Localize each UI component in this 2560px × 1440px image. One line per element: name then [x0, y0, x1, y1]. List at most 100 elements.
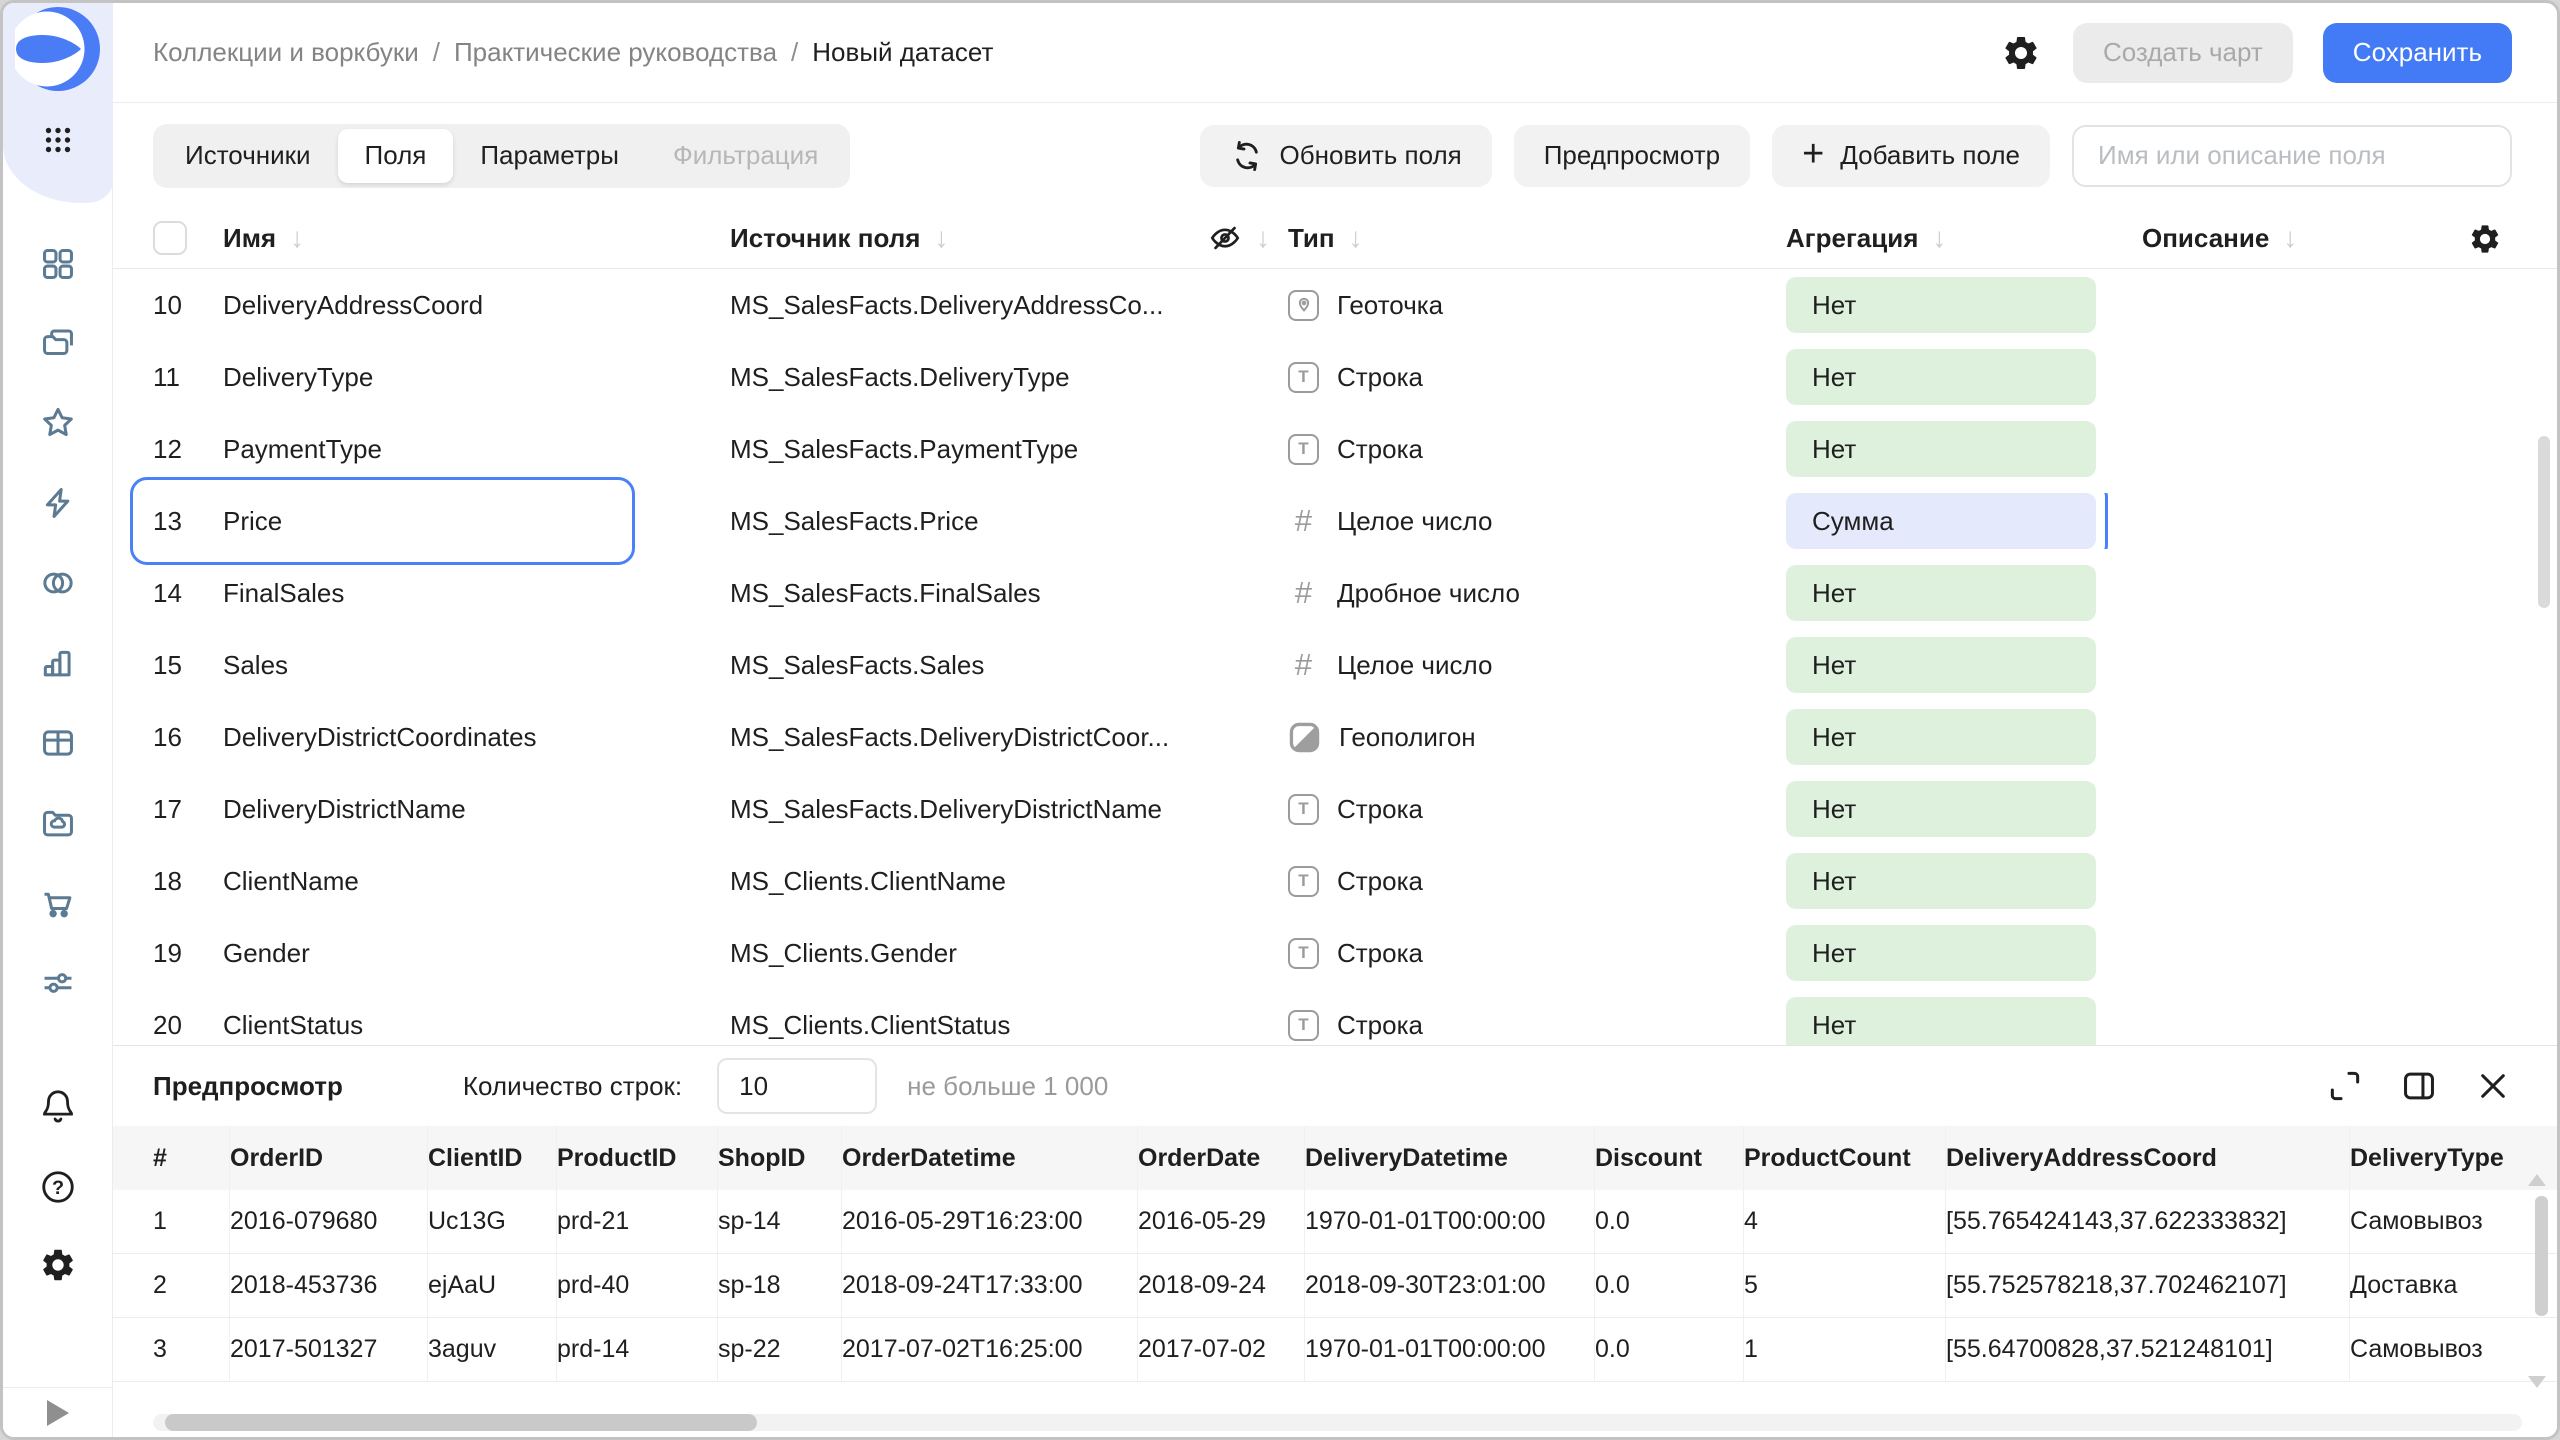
- field-type[interactable]: # Дробное число: [1288, 575, 1786, 611]
- breadcrumb-item[interactable]: Практические руководства: [454, 37, 777, 68]
- field-type[interactable]: T Строка: [1288, 937, 1786, 969]
- aggregation-select[interactable]: Нет: [1786, 997, 2096, 1045]
- preview-hscrollbar-track[interactable]: [153, 1414, 2522, 1431]
- field-name[interactable]: Price: [223, 506, 730, 537]
- sort-icon[interactable]: ↓: [290, 222, 304, 254]
- field-type[interactable]: T Строка: [1288, 865, 1786, 897]
- field-name[interactable]: ClientStatus: [223, 1010, 730, 1041]
- save-button[interactable]: Сохранить: [2322, 22, 2512, 83]
- row-count-label: Количество строк:: [462, 1070, 683, 1101]
- fields-scrollbar-thumb[interactable]: [2538, 436, 2550, 608]
- aggregation-select[interactable]: Нет: [1786, 565, 2096, 621]
- field-name[interactable]: DeliveryAddressCoord: [223, 290, 730, 321]
- row-count-input[interactable]: [717, 1058, 878, 1114]
- fields-table-row[interactable]: 12 PaymentType MS_SalesFacts.PaymentType T С…: [113, 413, 2557, 485]
- field-name[interactable]: DeliveryDistrictName: [223, 794, 730, 825]
- refresh-fields-button[interactable]: Обновить поля: [1199, 124, 1492, 187]
- fields-table-row[interactable]: 11 DeliveryType MS_SalesFacts.DeliveryType…: [113, 341, 2557, 413]
- aggregation-select[interactable]: Нет: [1786, 637, 2096, 693]
- add-field-label: Добавить поле: [1840, 140, 2020, 170]
- field-source: MS_SalesFacts.Price: [730, 505, 979, 536]
- expand-icon[interactable]: [2326, 1067, 2364, 1105]
- sidebar-item-datasets[interactable]: [30, 715, 86, 771]
- geopoint-icon: [1288, 289, 1319, 321]
- preview-hscrollbar-thumb[interactable]: [165, 1414, 757, 1431]
- sort-icon[interactable]: ↓: [1256, 222, 1270, 254]
- field-type[interactable]: T Строка: [1288, 361, 1786, 393]
- fields-table-row[interactable]: 10 DeliveryAddressCoord MS_SalesFacts.Deli…: [113, 269, 2557, 341]
- dataset-settings-gear-icon[interactable]: [1999, 31, 2043, 75]
- sidebar-collapse-button[interactable]: [3, 1387, 112, 1437]
- tab-parameters[interactable]: Параметры: [453, 129, 646, 183]
- fields-table-row[interactable]: 18 ClientName MS_Clients.ClientName T Строка…: [113, 845, 2557, 917]
- field-name[interactable]: DeliveryDistrictCoordinates: [223, 722, 730, 753]
- field-type-label: Строка: [1337, 937, 1424, 968]
- aggregation-select[interactable]: Нет: [1786, 277, 2096, 333]
- close-icon[interactable]: [2474, 1067, 2512, 1105]
- help-button[interactable]: ?: [30, 1159, 86, 1215]
- fields-table-row[interactable]: 13 Price MS_SalesFacts.Price # Целое число Су…: [113, 477, 2557, 565]
- field-name[interactable]: PaymentType: [223, 434, 730, 465]
- sidebar-item-collections[interactable]: [30, 315, 86, 371]
- scroll-down-arrow-icon[interactable]: [2528, 1376, 2546, 1388]
- aggregation-select[interactable]: Нет: [1786, 421, 2096, 477]
- plus-icon: +: [1802, 132, 1825, 175]
- sidebar-item-favorites[interactable]: [30, 395, 86, 451]
- field-type[interactable]: # Целое число: [1288, 503, 1786, 539]
- sidebar-item-dashboards[interactable]: [30, 236, 86, 292]
- field-type[interactable]: Геополигон: [1288, 721, 1786, 754]
- fields-table-row[interactable]: 16 DeliveryDistrictCoordinates MS_SalesFac…: [113, 701, 2557, 773]
- fields-table-row[interactable]: 14 FinalSales MS_SalesFacts.FinalSales # Дро…: [113, 557, 2557, 629]
- fields-table-row[interactable]: 20 ClientStatus MS_Clients.ClientStatus T Ст…: [113, 989, 2557, 1045]
- sidebar-item-editor[interactable]: [30, 475, 86, 531]
- create-chart-button[interactable]: Создать чарт: [2072, 22, 2293, 83]
- sidebar-item-charts[interactable]: [30, 635, 86, 691]
- sidebar-settings-button[interactable]: [30, 1237, 86, 1293]
- tab-bar: Источники Поля Параметры Фильтрация: [153, 123, 851, 188]
- fields-table-row[interactable]: 17 DeliveryDistrictName MS_SalesFacts.Deli…: [113, 773, 2557, 845]
- sidebar-item-services[interactable]: [30, 955, 86, 1011]
- field-search-input[interactable]: [2072, 124, 2512, 187]
- field-name[interactable]: Sales: [223, 650, 730, 681]
- add-field-button[interactable]: + Добавить поле: [1772, 124, 2050, 187]
- preview-vscrollbar-thumb[interactable]: [2535, 1196, 2548, 1316]
- sort-icon[interactable]: ↓: [1349, 222, 1363, 254]
- field-type[interactable]: # Целое число: [1288, 647, 1786, 683]
- aggregation-select[interactable]: Нет: [1786, 925, 2096, 981]
- sidebar-item-connections[interactable]: [30, 555, 86, 611]
- scroll-up-arrow-icon[interactable]: [2528, 1174, 2546, 1186]
- field-name[interactable]: FinalSales: [223, 578, 730, 609]
- field-type[interactable]: T Строка: [1288, 433, 1786, 465]
- split-panel-icon[interactable]: [2400, 1067, 2438, 1105]
- fields-table-row[interactable]: 19 Gender MS_Clients.Gender T Строка Нет: [113, 917, 2557, 989]
- field-type[interactable]: T Строка: [1288, 1009, 1786, 1041]
- sort-icon[interactable]: ↓: [2283, 222, 2297, 254]
- field-name[interactable]: Gender: [223, 938, 730, 969]
- notifications-button[interactable]: [30, 1079, 86, 1135]
- select-all-checkbox[interactable]: [153, 221, 187, 255]
- preview-toggle-button[interactable]: Предпросмотр: [1513, 124, 1751, 187]
- aggregation-select[interactable]: Сумма: [1786, 493, 2096, 549]
- columns-settings-gear-icon[interactable]: [2468, 222, 2502, 256]
- aggregation-select[interactable]: Нет: [1786, 709, 2096, 765]
- fields-table-row[interactable]: 15 Sales MS_SalesFacts.Sales # Целое число Не…: [113, 629, 2557, 701]
- eye-off-icon[interactable]: [1208, 221, 1242, 255]
- sidebar-item-marketplace[interactable]: [30, 875, 86, 931]
- sort-icon[interactable]: ↓: [934, 222, 948, 254]
- datalens-logo[interactable]: [15, 6, 101, 92]
- preview-cell: [55.752578218,37.702462107]: [1946, 1254, 2350, 1317]
- sidebar-item-storage[interactable]: [30, 795, 86, 851]
- aggregation-select[interactable]: Нет: [1786, 853, 2096, 909]
- aggregation-select[interactable]: Нет: [1786, 781, 2096, 837]
- field-name[interactable]: ClientName: [223, 866, 730, 897]
- field-name[interactable]: DeliveryType: [223, 362, 730, 393]
- sort-icon[interactable]: ↓: [1932, 222, 1946, 254]
- number-type-icon: #: [1294, 575, 1313, 610]
- field-type[interactable]: T Строка: [1288, 793, 1786, 825]
- tab-sources[interactable]: Источники: [158, 129, 338, 183]
- tab-fields[interactable]: Поля: [337, 128, 454, 183]
- breadcrumb-item[interactable]: Коллекции и воркбуки: [153, 37, 419, 68]
- aggregation-select[interactable]: Нет: [1786, 349, 2096, 405]
- apps-grid-icon[interactable]: [30, 112, 86, 168]
- field-type[interactable]: Геоточка: [1288, 289, 1786, 321]
